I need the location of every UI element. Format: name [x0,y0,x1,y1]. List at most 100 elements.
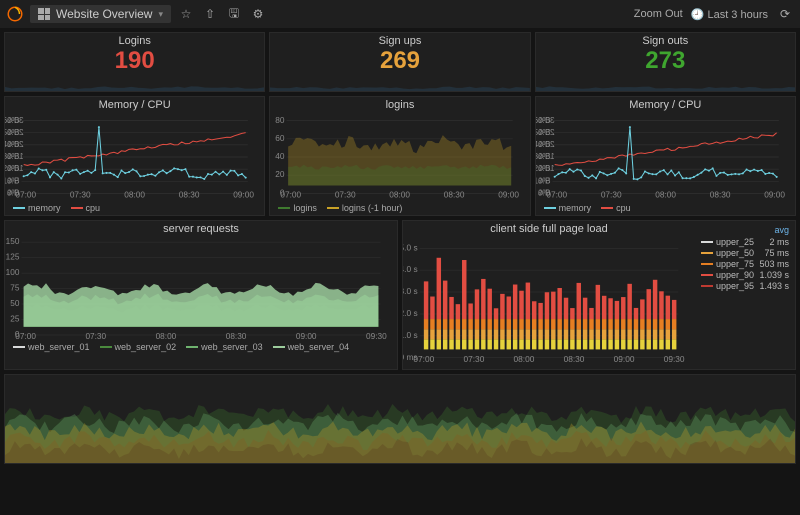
panel-memory-cpu[interactable]: Memory / CPU 60 B50 B40 B30 B20 B10 B0 B… [4,96,265,216]
svg-text:08:00: 08:00 [390,189,411,199]
svg-text:08:00: 08:00 [514,354,535,364]
panel-title: logins [270,97,529,113]
legend-row[interactable]: upper_252 ms [701,237,789,247]
stat-value: 190 [5,49,264,73]
svg-text:2.0 s: 2.0 s [403,308,418,318]
svg-text:20: 20 [276,169,286,179]
dashboard-title: Website Overview [56,7,152,21]
legend-item[interactable]: cpu [601,203,631,213]
svg-text:09:00: 09:00 [233,189,254,199]
svg-text:10%: 10% [6,163,23,173]
svg-text:3.0 s: 3.0 s [403,286,418,296]
legend: memory cpu [536,201,795,215]
dashboard-picker[interactable]: Website Overview ▾ [30,5,171,23]
legend-value: 1.039 s [759,270,789,280]
svg-text:07:30: 07:30 [85,332,106,340]
legend-value: 503 ms [759,259,789,269]
legend-item[interactable]: web_server_03 [186,342,263,352]
svg-text:08:30: 08:30 [226,332,247,340]
settings-icon[interactable]: ⚙ [249,5,267,23]
save-icon[interactable]: 🖫 [225,5,243,23]
grafana-logo-icon [6,5,24,23]
svg-text:40: 40 [276,151,286,161]
svg-text:07:00: 07:00 [413,354,434,364]
panel-title: Memory / CPU [5,97,264,113]
panel-bottom-spark[interactable] [4,374,796,464]
time-range-picker[interactable]: 🕘 Last 3 hours [691,8,768,21]
svg-text:07:00: 07:00 [546,189,567,199]
svg-text:09:00: 09:00 [764,189,785,199]
svg-text:5%: 5% [6,175,19,185]
stat-value: 273 [536,49,795,73]
svg-text:25%: 25% [537,127,554,137]
svg-text:20%: 20% [537,139,554,149]
svg-text:07:30: 07:30 [70,189,91,199]
legend: memory cpu [5,201,264,215]
stat-panel-sign outs[interactable]: Sign outs 273 [535,32,796,92]
svg-text:5.0 s: 5.0 s [403,242,418,252]
svg-text:15%: 15% [537,151,554,161]
legend-item[interactable]: web_server_02 [100,342,177,352]
panel-title: client side full page load [403,221,695,237]
chevron-down-icon: ▾ [158,9,163,20]
chart: 5.0 s4.0 s3.0 s2.0 s1.0 s0 ms07:0007:300… [403,237,695,369]
grid-icon [38,8,50,20]
sparkline [536,73,795,91]
legend-row[interactable]: upper_75503 ms [701,259,789,269]
svg-text:5%: 5% [537,175,550,185]
svg-text:80: 80 [276,115,286,125]
legend-row[interactable]: upper_951.493 s [701,281,789,291]
svg-text:10%: 10% [537,163,554,173]
svg-text:100: 100 [6,268,20,277]
time-range-label: Last 3 hours [707,9,768,21]
svg-text:08:30: 08:30 [179,189,200,199]
svg-text:07:00: 07:00 [281,189,302,199]
legend-item[interactable]: web_server_01 [13,342,90,352]
legend-row[interactable]: upper_901.039 s [701,270,789,280]
panel-page-load[interactable]: client side full page load 5.0 s4.0 s3.0… [402,220,796,370]
chart: 80604020007:0007:3008:0008:3009:00 [270,113,529,201]
svg-text:25%: 25% [6,127,23,137]
svg-text:07:30: 07:30 [600,189,621,199]
svg-text:150: 150 [6,237,20,246]
svg-text:08:30: 08:30 [709,189,730,199]
legend-item[interactable]: cpu [71,203,101,213]
chart: 150125100755025007:0007:3008:0008:3009:0… [5,237,397,340]
stat-panel-logins[interactable]: Logins 190 [4,32,265,92]
panel-title: Memory / CPU [536,97,795,113]
legend-item[interactable]: logins [278,203,317,213]
svg-text:09:30: 09:30 [366,332,387,340]
sparkline [5,73,264,91]
stat-panel-sign ups[interactable]: Sign ups 269 [269,32,530,92]
panel-memory-cpu[interactable]: Memory / CPU 60 B50 B40 B30 B20 B10 B0 B… [535,96,796,216]
svg-text:08:00: 08:00 [156,332,177,340]
svg-text:1.0 s: 1.0 s [403,330,418,340]
refresh-icon[interactable]: ⟳ [776,5,794,23]
legend-item[interactable]: memory [13,203,61,213]
legend-item[interactable]: logins (-1 hour) [327,203,403,213]
svg-text:08:30: 08:30 [444,189,465,199]
star-icon[interactable]: ☆ [177,5,195,23]
legend-header: avg [701,225,789,235]
svg-text:125: 125 [6,253,20,262]
legend-row[interactable]: upper_5075 ms [701,248,789,258]
zoom-out-button[interactable]: Zoom Out [634,8,683,20]
svg-text:75: 75 [10,284,20,293]
sparkline [270,73,529,91]
svg-text:09:00: 09:00 [296,332,317,340]
legend-item[interactable]: web_server_04 [273,342,350,352]
share-icon[interactable]: ⇧ [201,5,219,23]
legend-item[interactable]: memory [544,203,592,213]
svg-text:08:00: 08:00 [124,189,145,199]
svg-text:07:00: 07:00 [15,332,36,340]
panel-server-requests[interactable]: server requests 150125100755025007:0007:… [4,220,398,370]
svg-text:09:30: 09:30 [664,354,685,364]
svg-text:09:00: 09:00 [499,189,520,199]
svg-text:60: 60 [276,133,286,143]
chart: 60 B50 B40 B30 B20 B10 B0 B30%25%20%15%1… [536,113,795,201]
legend: logins logins (-1 hour) [270,201,529,215]
svg-text:09:00: 09:00 [614,354,635,364]
top-bar: Website Overview ▾ ☆ ⇧ 🖫 ⚙ Zoom Out 🕘 La… [0,0,800,28]
svg-text:08:30: 08:30 [564,354,585,364]
panel-logins[interactable]: logins 80604020007:0007:3008:0008:3009:0… [269,96,530,216]
